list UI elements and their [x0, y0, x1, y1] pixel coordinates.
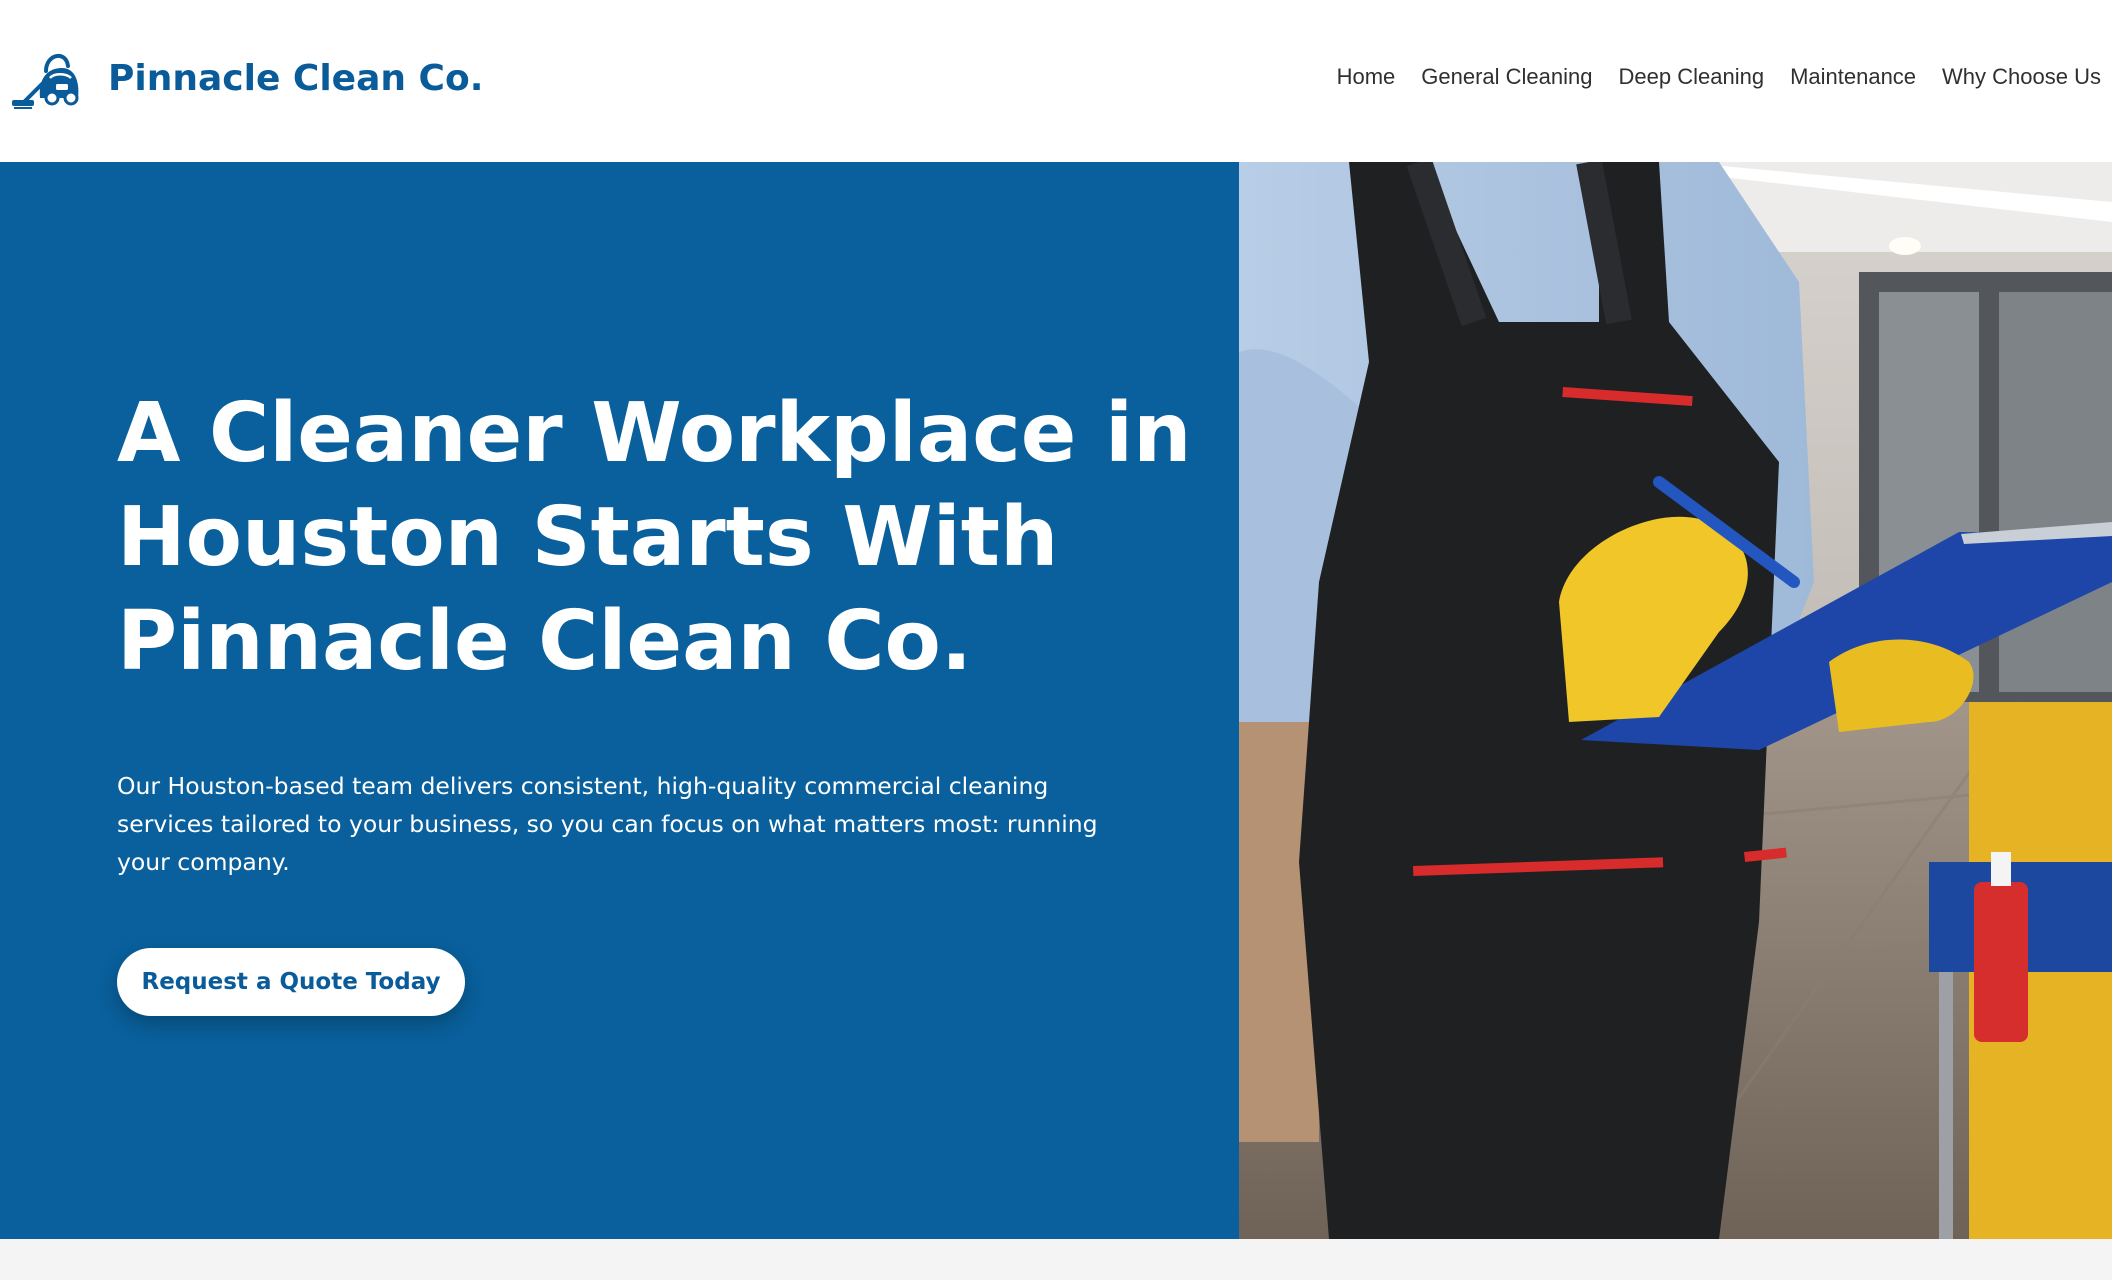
nav-general-cleaning[interactable]: General Cleaning [1421, 64, 1592, 90]
hero-image [1239, 162, 2112, 1239]
hero-title: A Cleaner Workplace in Houston Starts Wi… [117, 386, 1192, 689]
brand-name: Pinnacle Clean Co. [108, 57, 484, 99]
site-header: Pinnacle Clean Co. Home General Cleaning… [0, 0, 2112, 162]
hero-panel: A Cleaner Workplace in Houston Starts Wi… [0, 162, 1239, 1239]
nav-deep-cleaning[interactable]: Deep Cleaning [1619, 64, 1765, 90]
request-quote-button[interactable]: Request a Quote Today [117, 948, 465, 1016]
main-nav: Home General Cleaning Deep Cleaning Main… [1337, 64, 2101, 90]
vacuum-cleaner-icon [12, 54, 79, 109]
nav-maintenance[interactable]: Maintenance [1790, 64, 1916, 90]
cleaner-with-clipboard-illustration [1239, 162, 2112, 1239]
nav-why-choose-us[interactable]: Why Choose Us [1942, 64, 2101, 90]
brand-logo-link[interactable]: Pinnacle Clean Co. [10, 44, 483, 112]
nav-home[interactable]: Home [1337, 64, 1396, 90]
hero-description: Our Houston-based team delivers consiste… [117, 772, 1098, 876]
